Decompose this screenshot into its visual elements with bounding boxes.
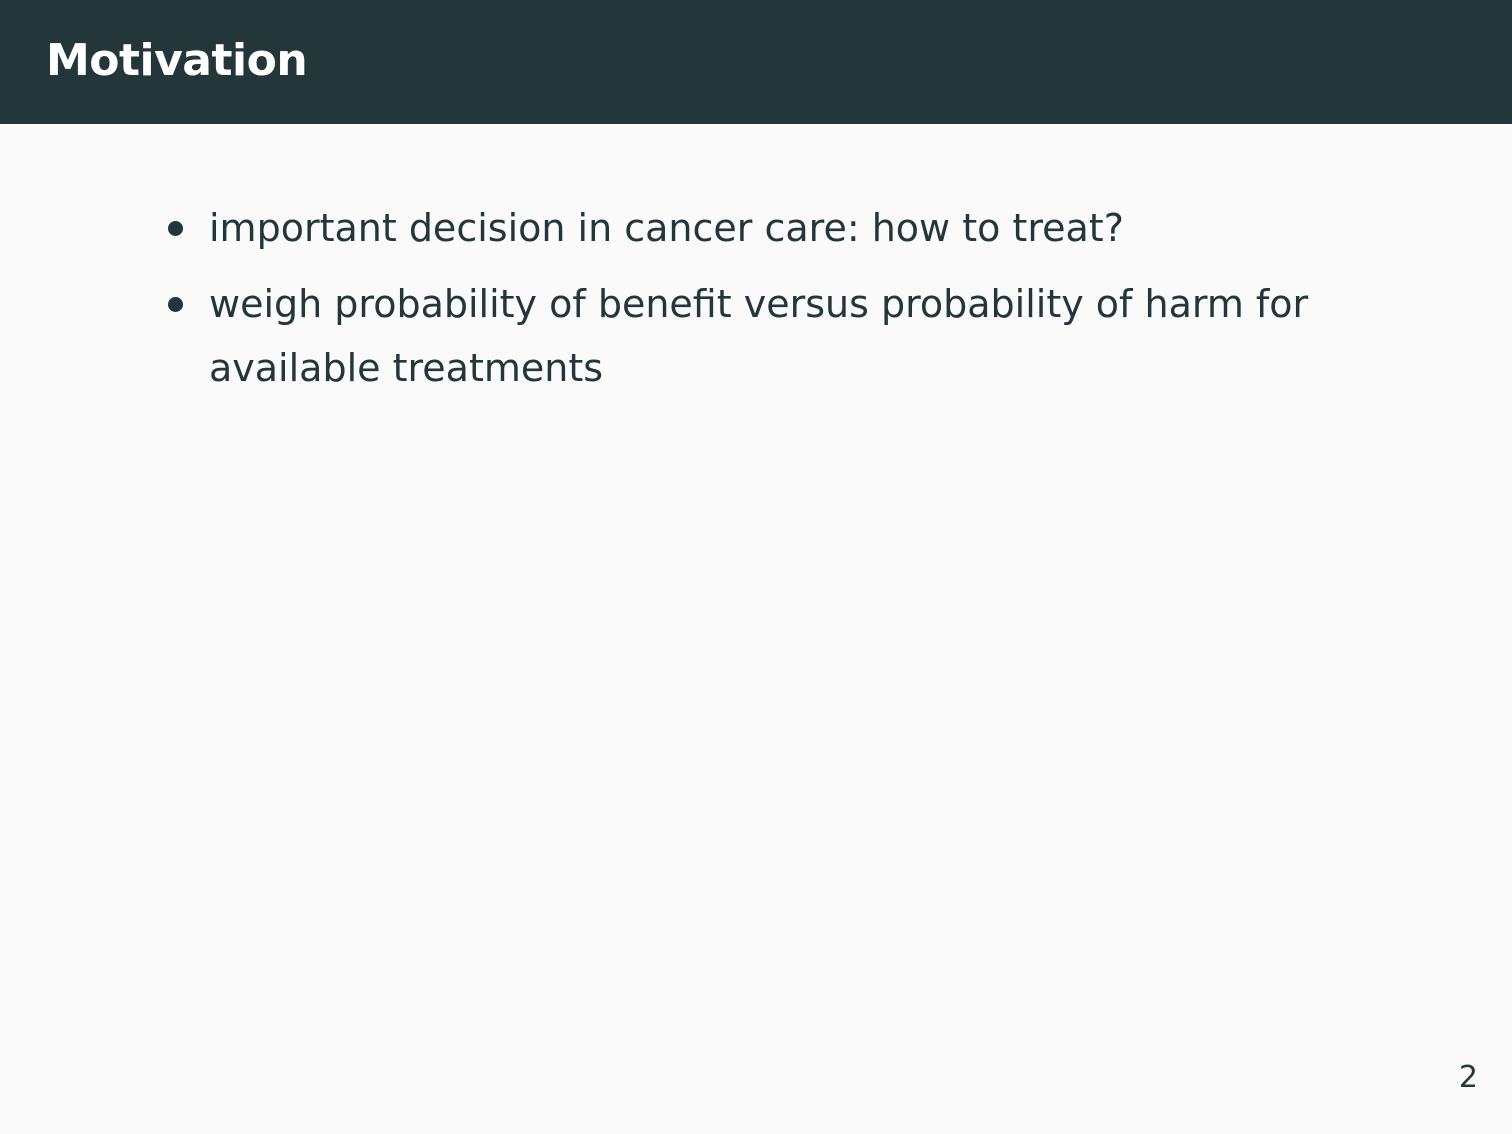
bullet-list: important decision in cancer care: how t… [164,196,1324,412]
bullet-text: important decision in cancer care: how t… [209,206,1124,250]
bullet-item: weigh probability of benefit versus prob… [164,272,1324,400]
page-number: 2 [1458,1060,1478,1095]
bullet-icon [168,297,183,312]
slide-title: Motivation [46,35,308,86]
bullet-item: important decision in cancer care: how t… [164,196,1324,260]
slide: Motivation important decision in cancer … [0,0,1512,1134]
title-bar: Motivation [0,0,1512,124]
bullet-text: weigh probability of benefit versus prob… [209,282,1309,390]
bullet-icon [168,221,183,236]
